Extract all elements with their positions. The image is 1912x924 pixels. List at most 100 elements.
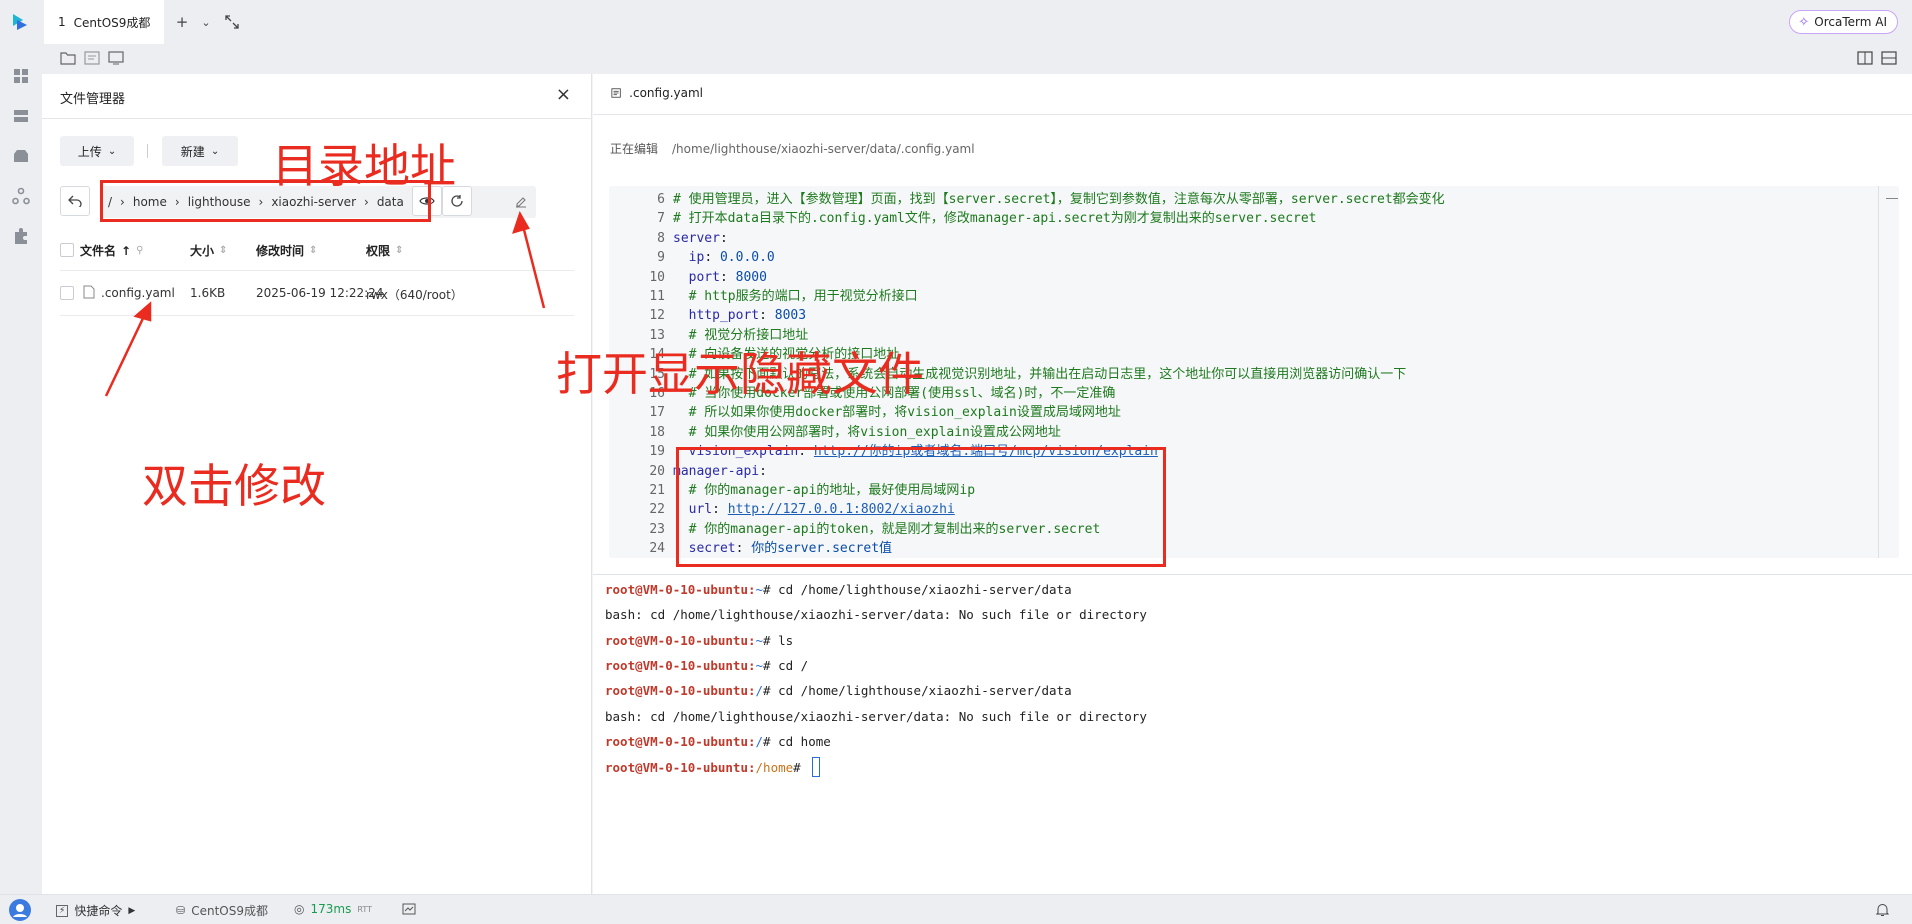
file-size: 1.6KB xyxy=(190,286,226,300)
row-checkbox[interactable] xyxy=(60,286,74,300)
file-name[interactable]: .config.yaml xyxy=(101,286,175,300)
avatar[interactable] xyxy=(8,898,32,922)
minimap-marker xyxy=(1886,198,1898,199)
file-permission: rwx（640/root） xyxy=(366,288,463,302)
line-number: 9 xyxy=(657,250,665,266)
sort-icon[interactable]: ⇕ xyxy=(219,245,227,256)
prompt-user: root@VM-0-10-ubuntu: xyxy=(605,582,756,597)
globe-icon: ◎ xyxy=(294,902,305,916)
annotation-show-hidden: 打开显示隐藏文件 xyxy=(556,347,924,401)
editing-path: /home/lighthouse/xiaozhi-server/data/.co… xyxy=(672,142,975,156)
command-text: # ls xyxy=(763,632,794,648)
latency-indicator[interactable]: ◎ 173ms RTT xyxy=(294,902,372,916)
line-text: server: xyxy=(673,230,728,246)
terminal-line: bash: cd /home/lighthouse/xiaozhi-server… xyxy=(605,708,1147,724)
editing-label: 正在编辑 xyxy=(610,142,659,156)
upload-button[interactable]: 上传 ⌄ xyxy=(60,136,134,166)
line-number: 24 xyxy=(649,541,665,557)
search-icon[interactable]: ⚲ xyxy=(136,245,143,256)
split-horizontal-icon[interactable] xyxy=(1881,51,1897,65)
terminal-cursor xyxy=(812,757,821,778)
sort-icon[interactable]: ⇕ xyxy=(309,245,317,256)
storage-icon[interactable] xyxy=(11,146,31,166)
tab-centos9[interactable]: 1 CentOS9成都 xyxy=(44,0,164,44)
select-all-checkbox[interactable] xyxy=(60,243,74,257)
app-logo-icon xyxy=(13,14,27,30)
column-size[interactable]: 大小 ⇕ xyxy=(190,242,227,259)
column-name[interactable]: 文件名 ↑ ⚲ xyxy=(80,242,143,259)
back-button[interactable] xyxy=(60,186,90,216)
command-text: # cd home xyxy=(763,733,831,749)
scrollbar[interactable] xyxy=(1878,186,1879,558)
terminal-line: root@VM-0-10-ubuntu:/# cd home xyxy=(605,732,831,752)
plugin-icon[interactable] xyxy=(11,226,31,246)
prompt-path: / xyxy=(755,683,764,699)
prompt-path: ~ xyxy=(755,582,764,597)
line-number: 21 xyxy=(649,483,665,498)
host-indicator[interactable]: ⛁ CentOS9成都 xyxy=(176,902,268,919)
document-icon xyxy=(611,88,621,98)
refresh-icon xyxy=(451,195,463,207)
file-manager-title: 文件管理器 xyxy=(60,92,126,107)
top-tab-bar: 1 CentOS9成都 + ⌄ ✧ OrcaTerm AI xyxy=(0,0,1912,44)
terminal-line: root@VM-0-10-ubuntu:~# ls xyxy=(605,631,793,651)
divider xyxy=(60,315,574,316)
prompt-user: root@VM-0-10-ubuntu: xyxy=(605,733,756,749)
prompt-user: root@VM-0-10-ubuntu: xyxy=(605,760,756,776)
prompt-user: root@VM-0-10-ubuntu: xyxy=(605,683,756,699)
prompt-path: / xyxy=(755,733,764,749)
column-modified-label: 修改时间 xyxy=(256,244,305,258)
server-icon[interactable] xyxy=(11,106,31,126)
host-label: CentOS9成都 xyxy=(191,904,268,918)
new-label: 新建 xyxy=(180,144,205,159)
line-text: # 使用管理员，进入【参数管理】页面，找到【server.secret】，复制它… xyxy=(673,192,1445,207)
line-text: port: 8000 xyxy=(688,269,767,285)
column-name-label: 文件名 xyxy=(80,244,117,258)
expand-icon[interactable] xyxy=(222,12,242,32)
quick-command-label: 快捷命令 xyxy=(74,904,123,918)
line-number: 11 xyxy=(649,289,665,304)
table-row[interactable]: .config.yaml 1.6KB 2025-06-19 12:22:24 r… xyxy=(42,271,592,315)
column-modified[interactable]: 修改时间 ⇕ xyxy=(256,242,317,259)
close-icon[interactable]: × xyxy=(556,84,571,105)
dashboard-icon[interactable] xyxy=(11,66,31,86)
latency-unit: RTT xyxy=(357,904,372,914)
edit-path-icon[interactable] xyxy=(514,195,528,209)
sort-icon[interactable]: ⇕ xyxy=(395,245,403,256)
prompt-user: root@VM-0-10-ubuntu: xyxy=(605,657,756,673)
new-button[interactable]: 新建 ⌄ xyxy=(162,136,238,166)
open-folder-icon[interactable] xyxy=(60,51,76,65)
line-number: 20 xyxy=(649,463,665,479)
network-icon[interactable] xyxy=(11,186,31,206)
line-number: 22 xyxy=(649,502,665,518)
caret-right-icon: ▶ xyxy=(128,905,136,916)
column-permission-label: 权限 xyxy=(366,244,391,258)
file-modified: 2025-06-19 12:22:24 xyxy=(256,286,384,300)
split-vertical-icon[interactable] xyxy=(1857,51,1873,65)
annotation-box-manager-api xyxy=(676,447,1166,567)
file-icon xyxy=(83,285,95,299)
column-permission[interactable]: 权限 ⇕ xyxy=(366,242,403,259)
orcaterm-ai-label: OrcaTerm AI xyxy=(1814,15,1887,29)
chart-monitor-icon[interactable] xyxy=(402,903,416,915)
editor-tab-label: .config.yaml xyxy=(629,86,703,100)
sftp-icon[interactable] xyxy=(84,51,100,65)
orcaterm-ai-button[interactable]: ✧ OrcaTerm AI xyxy=(1789,10,1898,34)
monitor-icon[interactable] xyxy=(108,51,124,65)
editor-tab[interactable]: .config.yaml xyxy=(593,74,703,114)
line-number: 6 xyxy=(657,192,665,207)
line-number: 19 xyxy=(649,444,665,460)
line-number: 12 xyxy=(649,308,665,324)
add-tab-icon[interactable]: + xyxy=(172,12,192,32)
line-number: 7 xyxy=(657,211,665,227)
upload-label: 上传 xyxy=(77,144,102,159)
quick-command-button[interactable]: ⚡ 快捷命令 ▶ xyxy=(56,902,135,919)
editor-status: 正在编辑/home/lighthouse/xiaozhi-server/data… xyxy=(610,140,975,157)
tab-title: CentOS9成都 xyxy=(73,15,151,30)
chevron-down-icon[interactable]: ⌄ xyxy=(196,12,216,32)
status-bar: ⚡ 快捷命令 ▶ ⛁ CentOS9成都 ◎ 173ms RTT xyxy=(0,894,1912,924)
bell-icon[interactable] xyxy=(1876,903,1889,917)
sort-up-icon[interactable]: ↑ xyxy=(121,244,131,258)
terminal[interactable]: root@VM-0-10-ubuntu:~# cd /home/lighthou… xyxy=(593,574,1912,894)
command-text: # cd /home/lighthouse/xiaozhi-server/dat… xyxy=(763,683,1072,699)
